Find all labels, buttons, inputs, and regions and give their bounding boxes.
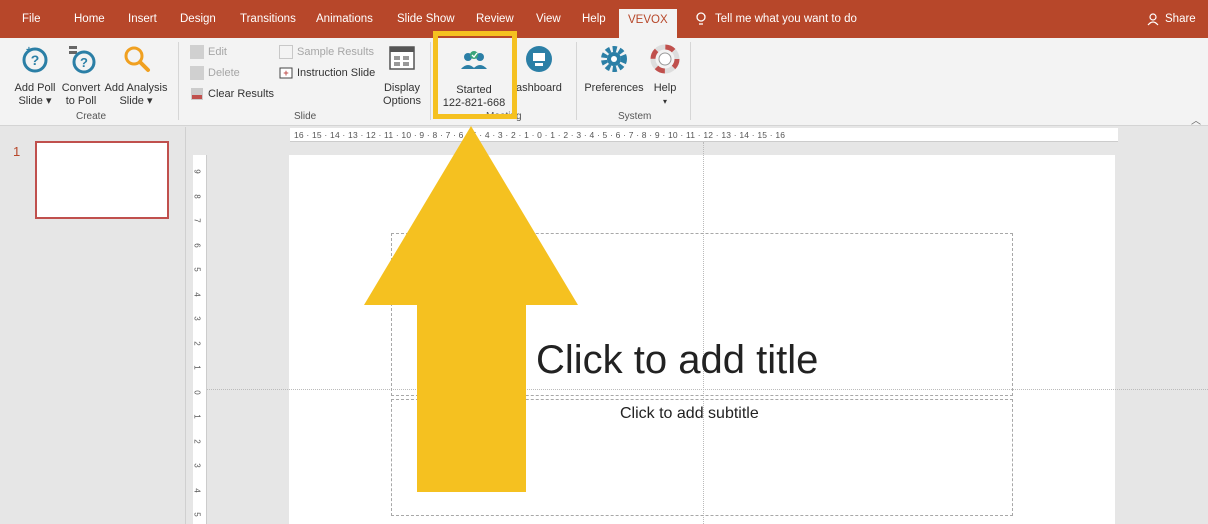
- tab-slide-show[interactable]: Slide Show: [397, 13, 455, 25]
- svg-text:+: +: [283, 68, 288, 78]
- convert-label-2: to Poll: [65, 95, 97, 107]
- collapse-ribbon-button[interactable]: ︿: [1191, 112, 1201, 127]
- add-poll-slide-button[interactable]: ? + Add Poll Slide ▾: [12, 44, 58, 108]
- add-analysis-label-2: Slide ▾: [119, 95, 153, 107]
- group-label-system: System: [618, 111, 652, 122]
- vertical-ruler-tick: 3: [192, 463, 202, 468]
- tab-animations[interactable]: Animations: [316, 13, 373, 25]
- tab-help[interactable]: Help: [582, 13, 606, 25]
- slide-thumbnail[interactable]: [35, 141, 169, 219]
- magnifier-icon: [124, 46, 150, 72]
- add-poll-label-2: Slide ▾: [18, 95, 52, 107]
- group-separator: [178, 42, 179, 120]
- dashboard-label: ashboard: [516, 82, 562, 94]
- tab-view[interactable]: View: [536, 13, 561, 25]
- help-button[interactable]: Help ▾: [648, 44, 682, 108]
- vertical-ruler: 9 8 7 6 5 4 3 2 1 0 1 2 3 4 5: [193, 155, 207, 524]
- subtitle-placeholder-text[interactable]: Click to add subtitle: [620, 405, 759, 423]
- menu-bar: File Home Insert Design Transitions Anim…: [0, 0, 1208, 38]
- sample-results-button[interactable]: Sample Results: [279, 45, 374, 59]
- dashboard-icon: [526, 46, 552, 72]
- meeting-highlight-box: [433, 31, 517, 119]
- display-options-button[interactable]: Display Options: [380, 44, 424, 108]
- share-button[interactable]: Share: [1146, 12, 1196, 26]
- tab-file[interactable]: File: [22, 13, 41, 25]
- tab-home[interactable]: Home: [74, 13, 105, 25]
- vertical-ruler-tick: 2: [192, 438, 202, 444]
- svg-text:?: ?: [80, 55, 88, 70]
- tab-insert[interactable]: Insert: [128, 13, 157, 25]
- vertical-ruler-tick: 6: [192, 242, 202, 248]
- display-label-2: Options: [383, 95, 421, 107]
- lifebuoy-icon: [650, 44, 680, 74]
- vertical-ruler-tick: 2: [192, 340, 202, 346]
- clear-results-label: Clear Results: [208, 88, 275, 100]
- dashboard-button[interactable]: ashboard: [516, 44, 570, 95]
- vertical-ruler-tick: 1: [192, 365, 202, 370]
- delete-label: Delete: [208, 67, 240, 79]
- tab-review[interactable]: Review: [476, 13, 514, 25]
- preferences-label: Preferences: [584, 82, 644, 94]
- add-analysis-label-1: Add Analysis: [104, 82, 168, 94]
- up-arrow-annotation: [364, 126, 578, 492]
- vertical-ruler-tick: 9: [192, 169, 202, 174]
- vertical-ruler-tick: 5: [192, 512, 202, 517]
- person-icon: [1147, 13, 1159, 26]
- group-separator: [430, 42, 431, 120]
- instruction-slide-icon: +: [279, 67, 293, 79]
- display-options-icon: [389, 46, 415, 70]
- svg-text:+: +: [26, 45, 32, 56]
- add-analysis-slide-button[interactable]: Add Analysis Slide ▾: [102, 44, 170, 108]
- convert-to-poll-button[interactable]: ? Convert to Poll: [60, 44, 102, 108]
- slide-number: 1: [13, 144, 21, 159]
- svg-text:?: ?: [31, 52, 40, 68]
- help-caret: ▾: [662, 97, 667, 106]
- sample-results-icon: [279, 45, 293, 59]
- vertical-ruler-tick: 4: [192, 487, 202, 493]
- sample-results-label: Sample Results: [297, 46, 375, 58]
- vertical-ruler-tick: 0: [192, 389, 202, 395]
- tell-me-label: Tell me what you want to do: [715, 13, 857, 25]
- tell-me-search[interactable]: Tell me what you want to do: [695, 12, 857, 26]
- edit-icon: [190, 45, 204, 59]
- instruction-slide-label: Instruction Slide: [297, 67, 376, 79]
- edit-label: Edit: [208, 46, 227, 58]
- group-separator: [576, 42, 577, 120]
- help-label: Help: [653, 82, 677, 94]
- add-poll-label-1: Add Poll: [14, 82, 56, 94]
- ribbon: ? + Add Poll Slide ▾ ? Convert to Poll Ad…: [0, 38, 1208, 127]
- delete-icon: [190, 66, 204, 80]
- instruction-slide-button[interactable]: + Instruction Slide: [279, 66, 375, 80]
- preferences-button[interactable]: Preferences: [584, 44, 644, 95]
- tab-vevox[interactable]: VEVOX: [619, 9, 677, 38]
- tab-transitions[interactable]: Transitions: [240, 13, 296, 25]
- vertical-ruler-tick: 8: [192, 193, 202, 199]
- vertical-ruler-tick: 3: [192, 316, 202, 321]
- group-label-create: Create: [76, 111, 107, 122]
- convert-label-1: Convert: [61, 82, 101, 94]
- vertical-ruler-tick: 1: [192, 414, 202, 419]
- share-label: Share: [1165, 13, 1196, 25]
- group-separator: [690, 42, 691, 120]
- delete-button[interactable]: Delete: [190, 66, 240, 80]
- convert-poll-icon: ?: [69, 46, 96, 74]
- clear-results-icon: [191, 88, 203, 100]
- lightbulb-icon: [696, 12, 706, 25]
- display-label-1: Display: [383, 82, 421, 94]
- tab-design[interactable]: Design: [180, 13, 216, 25]
- vertical-ruler-tick: 7: [192, 218, 202, 223]
- gear-icon: [601, 46, 627, 72]
- add-poll-icon: ?+: [22, 45, 48, 73]
- vertical-ruler-tick: 5: [192, 267, 202, 272]
- vertical-ruler-tick: 4: [192, 291, 202, 297]
- group-label-slide: Slide: [294, 111, 317, 122]
- clear-results-button[interactable]: Clear Results: [190, 87, 274, 101]
- edit-button[interactable]: Edit: [190, 45, 227, 59]
